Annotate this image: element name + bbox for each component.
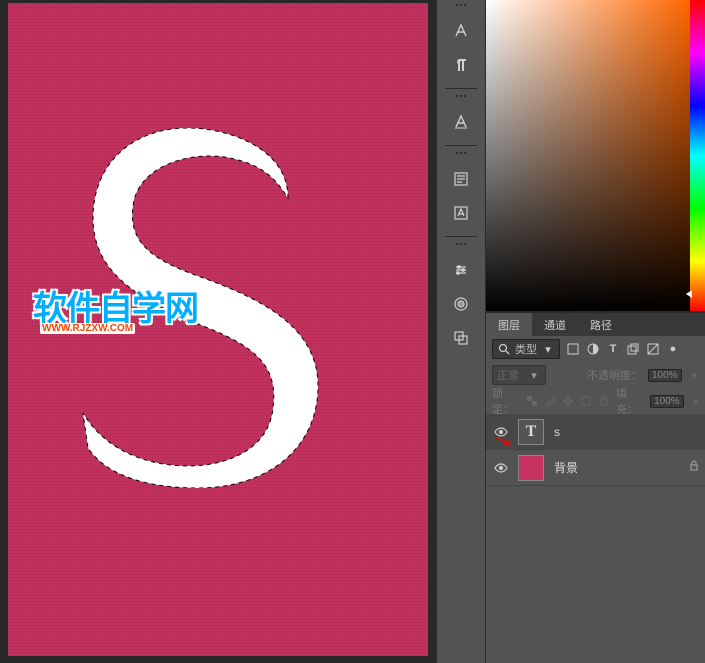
visibility-toggle[interactable] — [494, 461, 508, 475]
color-picker-panel — [486, 0, 705, 312]
chevron-down-icon[interactable]: ▾ — [688, 368, 702, 382]
fill-label: 填充： — [616, 385, 644, 417]
layers-icon[interactable] — [446, 325, 476, 351]
filter-type-icon[interactable]: T — [606, 342, 620, 356]
hue-pointer — [686, 290, 692, 298]
document-canvas[interactable]: 软件自学网 WWW.RJZXW.COM — [8, 3, 428, 656]
canvas-area: 软件自学网 WWW.RJZXW.COM — [0, 0, 436, 663]
lock-brush-icon[interactable] — [544, 394, 556, 408]
filter-smart-icon[interactable] — [646, 342, 660, 356]
chevron-down-icon: ▾ — [541, 342, 555, 356]
filter-kind-label: 类型 — [515, 341, 537, 357]
lock-icon[interactable] — [688, 460, 700, 475]
character-icon[interactable] — [446, 18, 476, 44]
typography-strip — [436, 0, 486, 663]
search-icon — [497, 342, 511, 356]
right-panel-area: 图层 通道 路径 类型 ▾ T — [436, 0, 705, 663]
tab-layers[interactable]: 图层 — [486, 313, 532, 336]
adjust-icon[interactable] — [446, 257, 476, 283]
saturation-field[interactable] — [486, 0, 690, 311]
filter-shape-icon[interactable] — [626, 342, 640, 356]
lock-all-icon[interactable] — [598, 394, 610, 408]
paragraph-styles-icon[interactable] — [446, 166, 476, 192]
layer-name[interactable]: 背景 — [554, 459, 578, 476]
layer-thumb-text: T — [518, 419, 544, 445]
character-styles-icon[interactable] — [446, 200, 476, 226]
visibility-toggle[interactable] — [494, 425, 508, 439]
layer-item-text[interactable]: T s — [486, 414, 705, 450]
paragraph-icon[interactable] — [446, 52, 476, 78]
styles-icon[interactable] — [446, 291, 476, 317]
blend-mode-select[interactable]: 正常 ▾ — [492, 365, 546, 385]
filter-pixel-icon[interactable] — [566, 342, 580, 356]
layer-item-background[interactable]: 背景 — [486, 450, 705, 486]
panel-grip-3[interactable] — [446, 152, 476, 158]
layer-list: ↘ T s 背景 — [486, 414, 705, 663]
tab-channels[interactable]: 通道 — [532, 313, 578, 336]
blend-mode-label: 正常 — [497, 367, 519, 383]
lock-transparent-icon[interactable] — [526, 394, 538, 408]
filter-adjust-icon[interactable] — [586, 342, 600, 356]
lock-move-icon[interactable] — [562, 394, 574, 408]
opacity-label: 不透明度： — [587, 367, 642, 383]
layer-thumb-bg — [518, 455, 544, 481]
separator — [445, 236, 477, 237]
lock-label: 锁定： — [492, 385, 520, 417]
hue-slider[interactable] — [690, 0, 705, 311]
glyph-icon[interactable] — [446, 109, 476, 135]
fill-value[interactable]: 100% — [650, 395, 684, 408]
blend-row: 正常 ▾ 不透明度： 100% ▾ — [486, 362, 705, 388]
panel-grip-1[interactable] — [446, 4, 476, 10]
filter-toggle-icon[interactable]: ● — [666, 342, 680, 356]
tab-paths[interactable]: 路径 — [578, 313, 624, 336]
chevron-down-icon[interactable]: ▾ — [690, 394, 702, 408]
opacity-value[interactable]: 100% — [648, 369, 682, 382]
panel-column: 图层 通道 路径 类型 ▾ T — [486, 0, 705, 663]
layer-filter-row: 类型 ▾ T ● — [486, 336, 705, 362]
filter-kind-select[interactable]: 类型 ▾ — [492, 339, 560, 359]
lock-artboard-icon[interactable] — [580, 394, 592, 408]
layer-name[interactable]: s — [554, 425, 560, 439]
layers-panel-tabs: 图层 通道 路径 — [486, 312, 705, 336]
separator — [445, 88, 477, 89]
watermark-url: WWW.RJZXW.COM — [40, 323, 135, 334]
separator — [445, 145, 477, 146]
panel-grip-2[interactable] — [446, 95, 476, 101]
panel-grip-4[interactable] — [446, 243, 476, 249]
chevron-down-icon: ▾ — [527, 368, 541, 382]
lock-row: 锁定： 填充： 100% ▾ — [486, 388, 705, 414]
